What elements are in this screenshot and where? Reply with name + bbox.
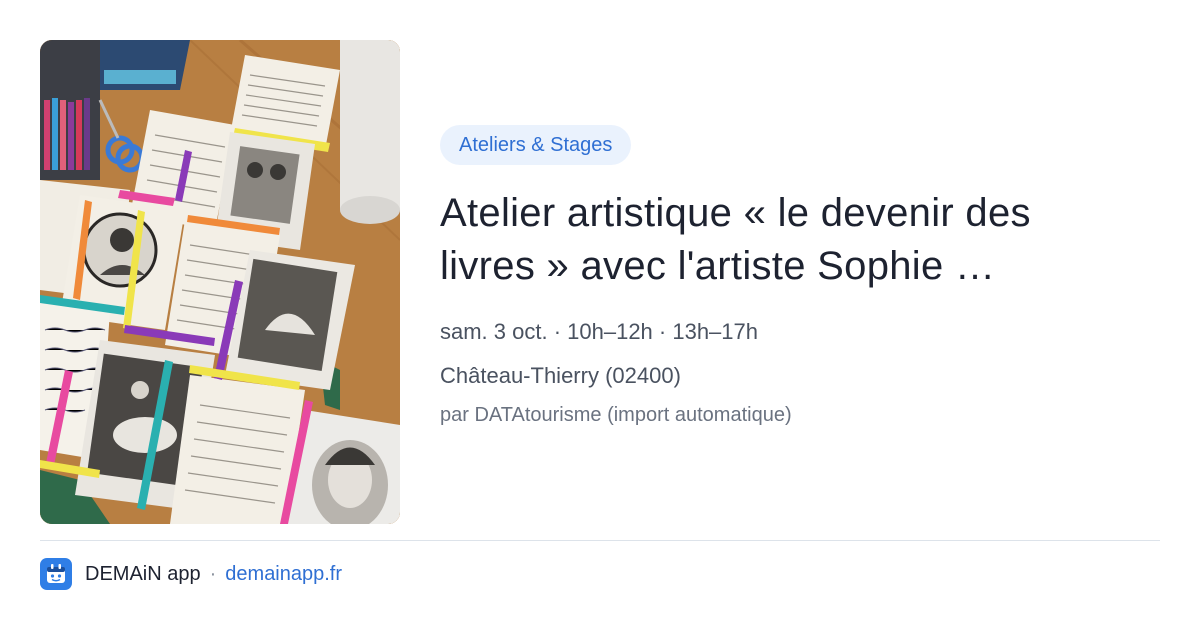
event-info: Ateliers & Stages Atelier artistique « l… xyxy=(440,125,1160,427)
app-name: DEMAiN app xyxy=(85,562,201,585)
event-title-line-1: Atelier artistique « le devenir des xyxy=(440,191,1031,235)
event-source: par DATAtourisme (import automatique) xyxy=(440,404,792,426)
app-url-link[interactable]: demainapp.fr xyxy=(225,563,342,586)
event-date: sam. 3 oct. · 10h–12h · 13h–17h xyxy=(440,319,758,344)
footer: DEMAiN app · demainapp.fr xyxy=(40,558,342,590)
event-title[interactable]: Atelier artistique « le devenir des livr… xyxy=(440,187,1160,293)
event-preview-card[interactable]: Ateliers & Stages Atelier artistique « l… xyxy=(0,0,1200,630)
event-title-line-2: livres » avec l'artiste Sophie … xyxy=(440,244,996,288)
event-location: Château-Thierry (02400) xyxy=(440,363,681,388)
event-photo xyxy=(40,40,400,524)
footer-divider xyxy=(40,540,1160,541)
demain-app-logo-icon xyxy=(40,558,72,590)
footer-separator: · xyxy=(209,562,217,585)
category-badge[interactable]: Ateliers & Stages xyxy=(440,125,632,165)
